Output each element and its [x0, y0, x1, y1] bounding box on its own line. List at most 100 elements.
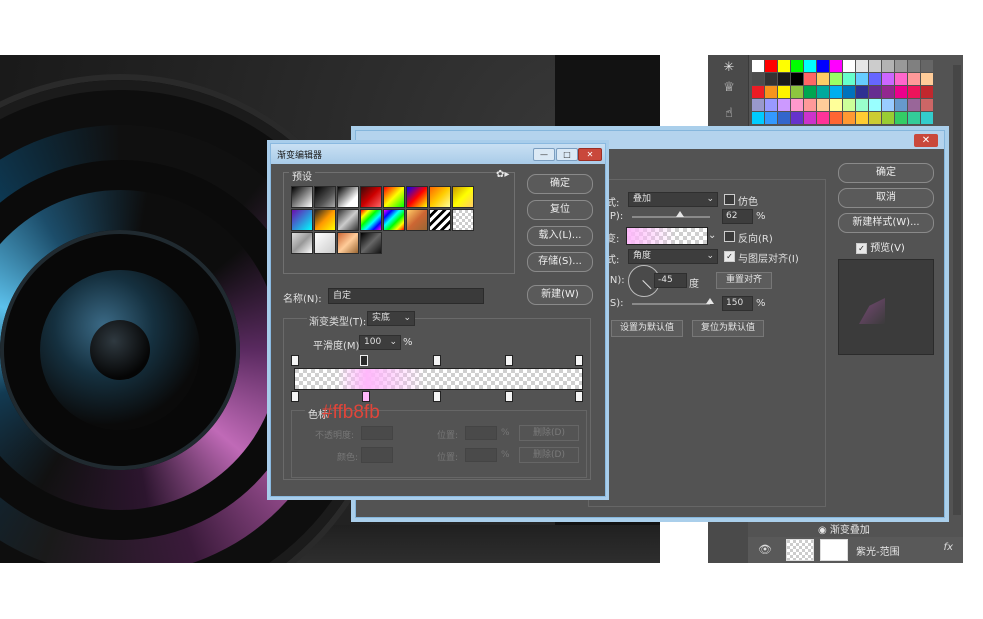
gear-icon[interactable]: ✿▸	[496, 169, 509, 180]
color-swatch[interactable]	[765, 73, 777, 85]
color-swatch[interactable]	[921, 73, 933, 85]
reset-alignment-button[interactable]: 重置对齐	[716, 272, 772, 289]
color-swatch[interactable]	[830, 112, 842, 124]
color-stop[interactable]	[433, 391, 441, 402]
color-swatch[interactable]	[869, 112, 881, 124]
color-swatch[interactable]	[752, 60, 764, 72]
close-icon[interactable]: ✕	[578, 148, 602, 161]
gradient-bar[interactable]	[294, 368, 583, 390]
color-swatch[interactable]	[882, 99, 894, 111]
delete-opacity-stop-button[interactable]: 删除(D)	[519, 425, 579, 441]
angle-field[interactable]: -45	[654, 273, 687, 288]
name-field[interactable]: 自定	[328, 288, 484, 304]
maximize-icon[interactable]: □	[556, 148, 578, 161]
color-swatch[interactable]	[778, 86, 790, 98]
stop-color-swatch[interactable]	[361, 447, 393, 463]
ok-button[interactable]: 确定	[838, 163, 934, 183]
color-swatch[interactable]	[817, 86, 829, 98]
opacity-slider[interactable]	[632, 216, 710, 218]
preview-row[interactable]: ✓ 预览(V)	[856, 239, 905, 254]
layer-mask-thumbnail[interactable]	[820, 539, 848, 561]
color-swatch[interactable]	[752, 112, 764, 124]
color-swatch[interactable]	[765, 60, 777, 72]
fx-icon[interactable]: fx	[944, 542, 953, 553]
hand-icon[interactable]: ☝	[720, 105, 738, 123]
opacity-stop[interactable]	[505, 355, 513, 366]
sparkle-icon[interactable]: ✳	[720, 59, 738, 77]
cancel-button[interactable]: 取消	[838, 188, 934, 208]
color-swatch[interactable]	[791, 60, 803, 72]
color-swatch[interactable]	[817, 99, 829, 111]
color-swatch[interactable]	[882, 112, 894, 124]
color-swatch[interactable]	[869, 86, 881, 98]
preset-gradient-thumbnail[interactable]	[429, 186, 451, 208]
align-with-layer-checkbox[interactable]: ✓	[724, 251, 735, 262]
scale-field[interactable]: 150	[722, 296, 753, 311]
color-swatch[interactable]	[804, 60, 816, 72]
color-swatch[interactable]	[752, 86, 764, 98]
color-swatch[interactable]	[856, 60, 868, 72]
levels-icon[interactable]: ♕	[720, 79, 738, 97]
delete-color-stop-button[interactable]: 删除(D)	[519, 447, 579, 463]
dither-checkbox[interactable]	[724, 194, 735, 205]
save-button[interactable]: 存储(S)...	[527, 252, 593, 272]
color-swatch[interactable]	[908, 60, 920, 72]
preset-gradient-thumbnail[interactable]	[337, 186, 359, 208]
color-swatch[interactable]	[856, 99, 868, 111]
preset-gradient-thumbnail[interactable]	[337, 232, 359, 254]
color-stop[interactable]	[505, 391, 513, 402]
color-swatch[interactable]	[869, 60, 881, 72]
color-swatch[interactable]	[895, 60, 907, 72]
color-location-field[interactable]	[465, 448, 497, 462]
preset-gradient-thumbnail[interactable]	[452, 186, 474, 208]
color-swatch[interactable]	[778, 60, 790, 72]
preset-gradient-thumbnail[interactable]	[291, 209, 313, 231]
minimize-icon[interactable]: —	[533, 148, 555, 161]
opacity-field[interactable]: 62	[722, 209, 753, 224]
panel-scrollbar[interactable]	[953, 65, 961, 525]
color-swatch[interactable]	[765, 99, 777, 111]
color-swatch[interactable]	[843, 99, 855, 111]
make-default-button[interactable]: 设置为默认值	[611, 320, 683, 337]
color-swatch[interactable]	[804, 73, 816, 85]
stop-opacity-field[interactable]	[361, 426, 393, 440]
opacity-stop-selected[interactable]	[360, 355, 368, 366]
color-swatch[interactable]	[830, 99, 842, 111]
ok-button[interactable]: 确定	[527, 174, 593, 194]
gradient-preview-swatch[interactable]	[626, 227, 708, 245]
color-swatch[interactable]	[752, 99, 764, 111]
preset-gradient-thumbnail[interactable]	[314, 232, 336, 254]
color-swatch[interactable]	[895, 99, 907, 111]
eye-icon[interactable]: ◉	[818, 525, 830, 536]
smoothness-field[interactable]: 100 ⌄	[359, 335, 401, 350]
color-swatch[interactable]	[869, 73, 881, 85]
color-swatch[interactable]	[752, 73, 764, 85]
color-swatch[interactable]	[908, 73, 920, 85]
color-swatch[interactable]	[921, 99, 933, 111]
color-swatch[interactable]	[921, 60, 933, 72]
close-icon[interactable]: ✕	[914, 134, 938, 147]
visibility-eye-icon[interactable]: 👁	[758, 543, 772, 556]
layer-row[interactable]: 👁 紫光-范围 fx	[748, 537, 963, 563]
preset-gradient-thumbnail[interactable]	[360, 232, 382, 254]
color-swatch[interactable]	[843, 86, 855, 98]
opacity-slider-knob[interactable]	[676, 211, 684, 217]
color-swatch[interactable]	[843, 112, 855, 124]
color-swatch[interactable]	[869, 99, 881, 111]
color-swatch[interactable]	[791, 86, 803, 98]
stop-location-field[interactable]	[465, 426, 497, 440]
opacity-stop[interactable]	[575, 355, 583, 366]
new-button[interactable]: 新建(W)	[527, 285, 593, 305]
color-swatch[interactable]	[856, 73, 868, 85]
color-swatch[interactable]	[908, 99, 920, 111]
color-swatch[interactable]	[908, 112, 920, 124]
color-swatch[interactable]	[856, 112, 868, 124]
color-swatch[interactable]	[830, 60, 842, 72]
preview-checkbox[interactable]: ✓	[856, 243, 867, 254]
new-style-button[interactable]: 新建样式(W)...	[838, 213, 934, 233]
preset-gradient-thumbnail[interactable]	[383, 209, 405, 231]
color-stop-pink[interactable]	[362, 391, 370, 402]
reset-button[interactable]: 复位	[527, 200, 593, 220]
blend-mode-select[interactable]: 叠加 ⌄	[628, 192, 718, 207]
color-swatch[interactable]	[895, 73, 907, 85]
